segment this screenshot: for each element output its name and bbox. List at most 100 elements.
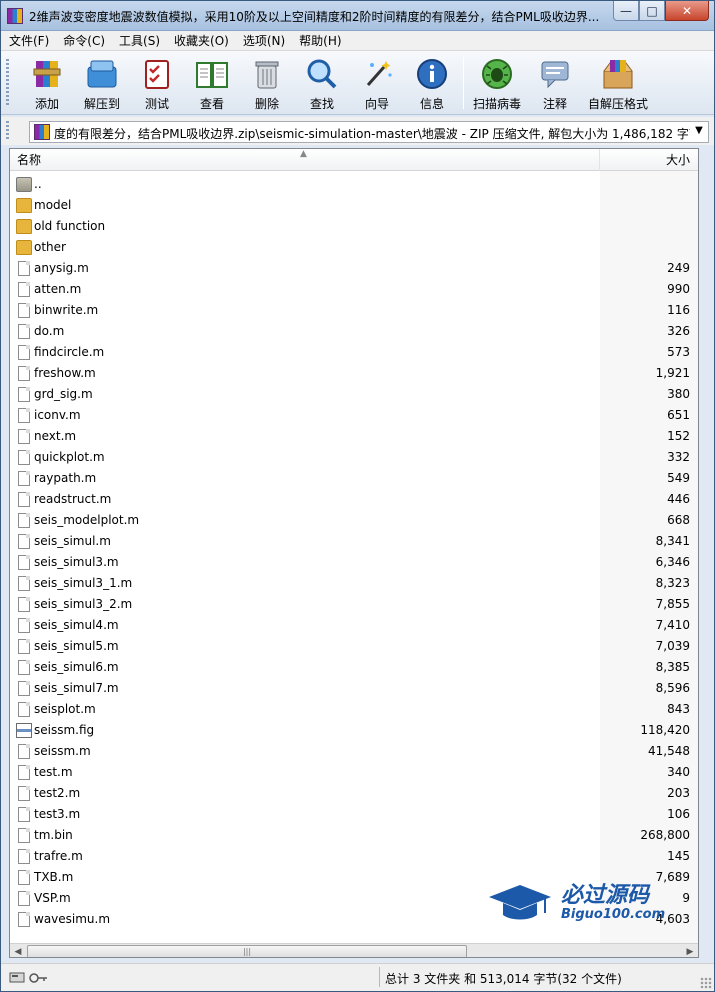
file-row[interactable]: atten.m 990 [10,279,698,300]
file-name: seis_simul7.m [34,681,119,695]
menu-file[interactable]: 文件(F) [9,32,49,49]
virus-scan-button[interactable]: 扫描病毒 [469,55,525,111]
file-icon [18,408,30,423]
file-row[interactable]: do.m 326 [10,321,698,342]
file-row[interactable]: seis_modelplot.m 668 [10,510,698,531]
file-icon [18,513,30,528]
file-name: test2.m [34,786,81,800]
file-name: readstruct.m [34,492,112,506]
file-row[interactable]: tm.bin 268,800 [10,825,698,846]
menu-help[interactable]: 帮助(H) [299,32,341,49]
file-icon [18,870,30,885]
file-row[interactable]: test3.m 106 [10,804,698,825]
file-row[interactable]: seisplot.m 843 [10,699,698,720]
file-size: 249 [667,261,690,275]
file-row[interactable]: seis_simul3_2.m 7,855 [10,594,698,615]
file-name: trafre.m [34,849,83,863]
file-name: TXB.m [34,870,74,884]
file-row[interactable]: seis_simul5.m 7,039 [10,636,698,657]
file-icon [18,639,30,654]
file-row[interactable]: seis_simul7.m 8,596 [10,678,698,699]
file-row[interactable]: seis_simul6.m 8,385 [10,657,698,678]
file-name: model [34,198,72,212]
file-name: seissm.fig [34,723,95,737]
comment-button[interactable]: 注释 [527,55,583,111]
add-button[interactable]: 添加 [19,55,75,111]
file-row[interactable]: raypath.m 549 [10,468,698,489]
file-row[interactable]: findcircle.m 573 [10,342,698,363]
scroll-left-icon[interactable]: ◀ [10,944,26,957]
file-row[interactable]: seis_simul3_1.m 8,323 [10,573,698,594]
menu-bar: 文件(F) 命令(C) 工具(S) 收藏夹(O) 选项(N) 帮助(H) [1,31,714,51]
file-icon [18,660,30,675]
close-button[interactable]: ✕ [665,1,709,21]
title-bar[interactable]: 2维声波变密度地震波数值模拟，采用10阶及以上空间精度和2阶时间精度的有限差分，… [1,1,714,31]
file-row[interactable]: seissm.m 41,548 [10,741,698,762]
file-row[interactable]: anysig.m 249 [10,258,698,279]
file-name: anysig.m [34,261,89,275]
file-row[interactable]: next.m 152 [10,426,698,447]
folder-icon [16,198,32,213]
resize-grip[interactable] [700,977,712,989]
file-row[interactable]: quickplot.m 332 [10,447,698,468]
file-row[interactable]: test.m 340 [10,762,698,783]
file-icon [18,303,30,318]
folder-row[interactable]: old function [10,216,698,237]
address-grip[interactable] [6,121,9,141]
maximize-button[interactable]: □ [639,1,665,21]
file-name: binwrite.m [34,303,99,317]
file-name: other [34,240,66,254]
toolbar-grip[interactable] [6,59,9,107]
column-header-name[interactable]: 名称 ▲ [10,149,600,171]
file-row[interactable]: seis_simul4.m 7,410 [10,615,698,636]
file-name: seisplot.m [34,702,96,716]
file-icon [18,387,30,402]
scroll-thumb[interactable]: ||| [27,945,467,957]
find-button[interactable]: 查找 [294,55,350,111]
file-row[interactable]: trafre.m 145 [10,846,698,867]
menu-commands[interactable]: 命令(C) [63,32,105,49]
winrar-app-icon[interactable] [7,8,23,24]
file-row[interactable]: iconv.m 651 [10,405,698,426]
scroll-right-icon[interactable]: ▶ [682,944,698,957]
folder-row[interactable]: other [10,237,698,258]
info-button[interactable]: 信息 [404,55,460,111]
wizard-button[interactable]: 向导 [349,55,405,111]
file-list[interactable]: 名称 ▲ 大小 .. model old function other anysig.m… [9,148,699,958]
folder-row[interactable]: model [10,195,698,216]
test-icon [145,60,169,89]
path-dropdown-icon[interactable]: ▼ [692,125,706,136]
extract-to-icon [87,60,117,88]
delete-button[interactable]: 删除 [239,55,295,111]
file-icon [18,534,30,549]
path-field[interactable]: 度的有限差分，结合PML吸收边界.zip\seismic-simulation-… [29,121,709,143]
sfx-box-icon [603,60,633,89]
file-row[interactable]: grd_sig.m 380 [10,384,698,405]
menu-tools[interactable]: 工具(S) [119,32,160,49]
wizard-label: 向导 [364,97,389,111]
file-row[interactable]: test2.m 203 [10,783,698,804]
menu-favorites[interactable]: 收藏夹(O) [174,32,229,49]
view-button[interactable]: 查看 [184,55,240,111]
extract-to-button[interactable]: 解压到 [74,55,130,111]
file-row[interactable]: binwrite.m 116 [10,300,698,321]
magnifier-icon [307,59,337,89]
file-size: 340 [667,765,690,779]
minimize-button[interactable]: — [613,1,639,21]
file-row[interactable]: readstruct.m 446 [10,489,698,510]
file-row[interactable]: seis_simul.m 8,341 [10,531,698,552]
file-row[interactable]: freshow.m 1,921 [10,363,698,384]
column-header-size[interactable]: 大小 [600,149,698,171]
sfx-button[interactable]: 自解压格式 [587,55,649,111]
menu-options[interactable]: 选项(N) [243,32,285,49]
horizontal-scrollbar[interactable]: ◀ ||| ▶ [10,943,698,957]
file-row[interactable]: seis_simul3.m 6,346 [10,552,698,573]
drive-key-icon[interactable] [9,970,49,984]
file-name: .. [34,177,42,191]
file-row[interactable]: seissm.fig 118,420 [10,720,698,741]
parent-folder-row[interactable]: .. [10,174,698,195]
test-button[interactable]: 测试 [129,55,185,111]
file-size: 8,385 [655,660,690,674]
info-icon [417,59,447,89]
file-icon [18,555,30,570]
